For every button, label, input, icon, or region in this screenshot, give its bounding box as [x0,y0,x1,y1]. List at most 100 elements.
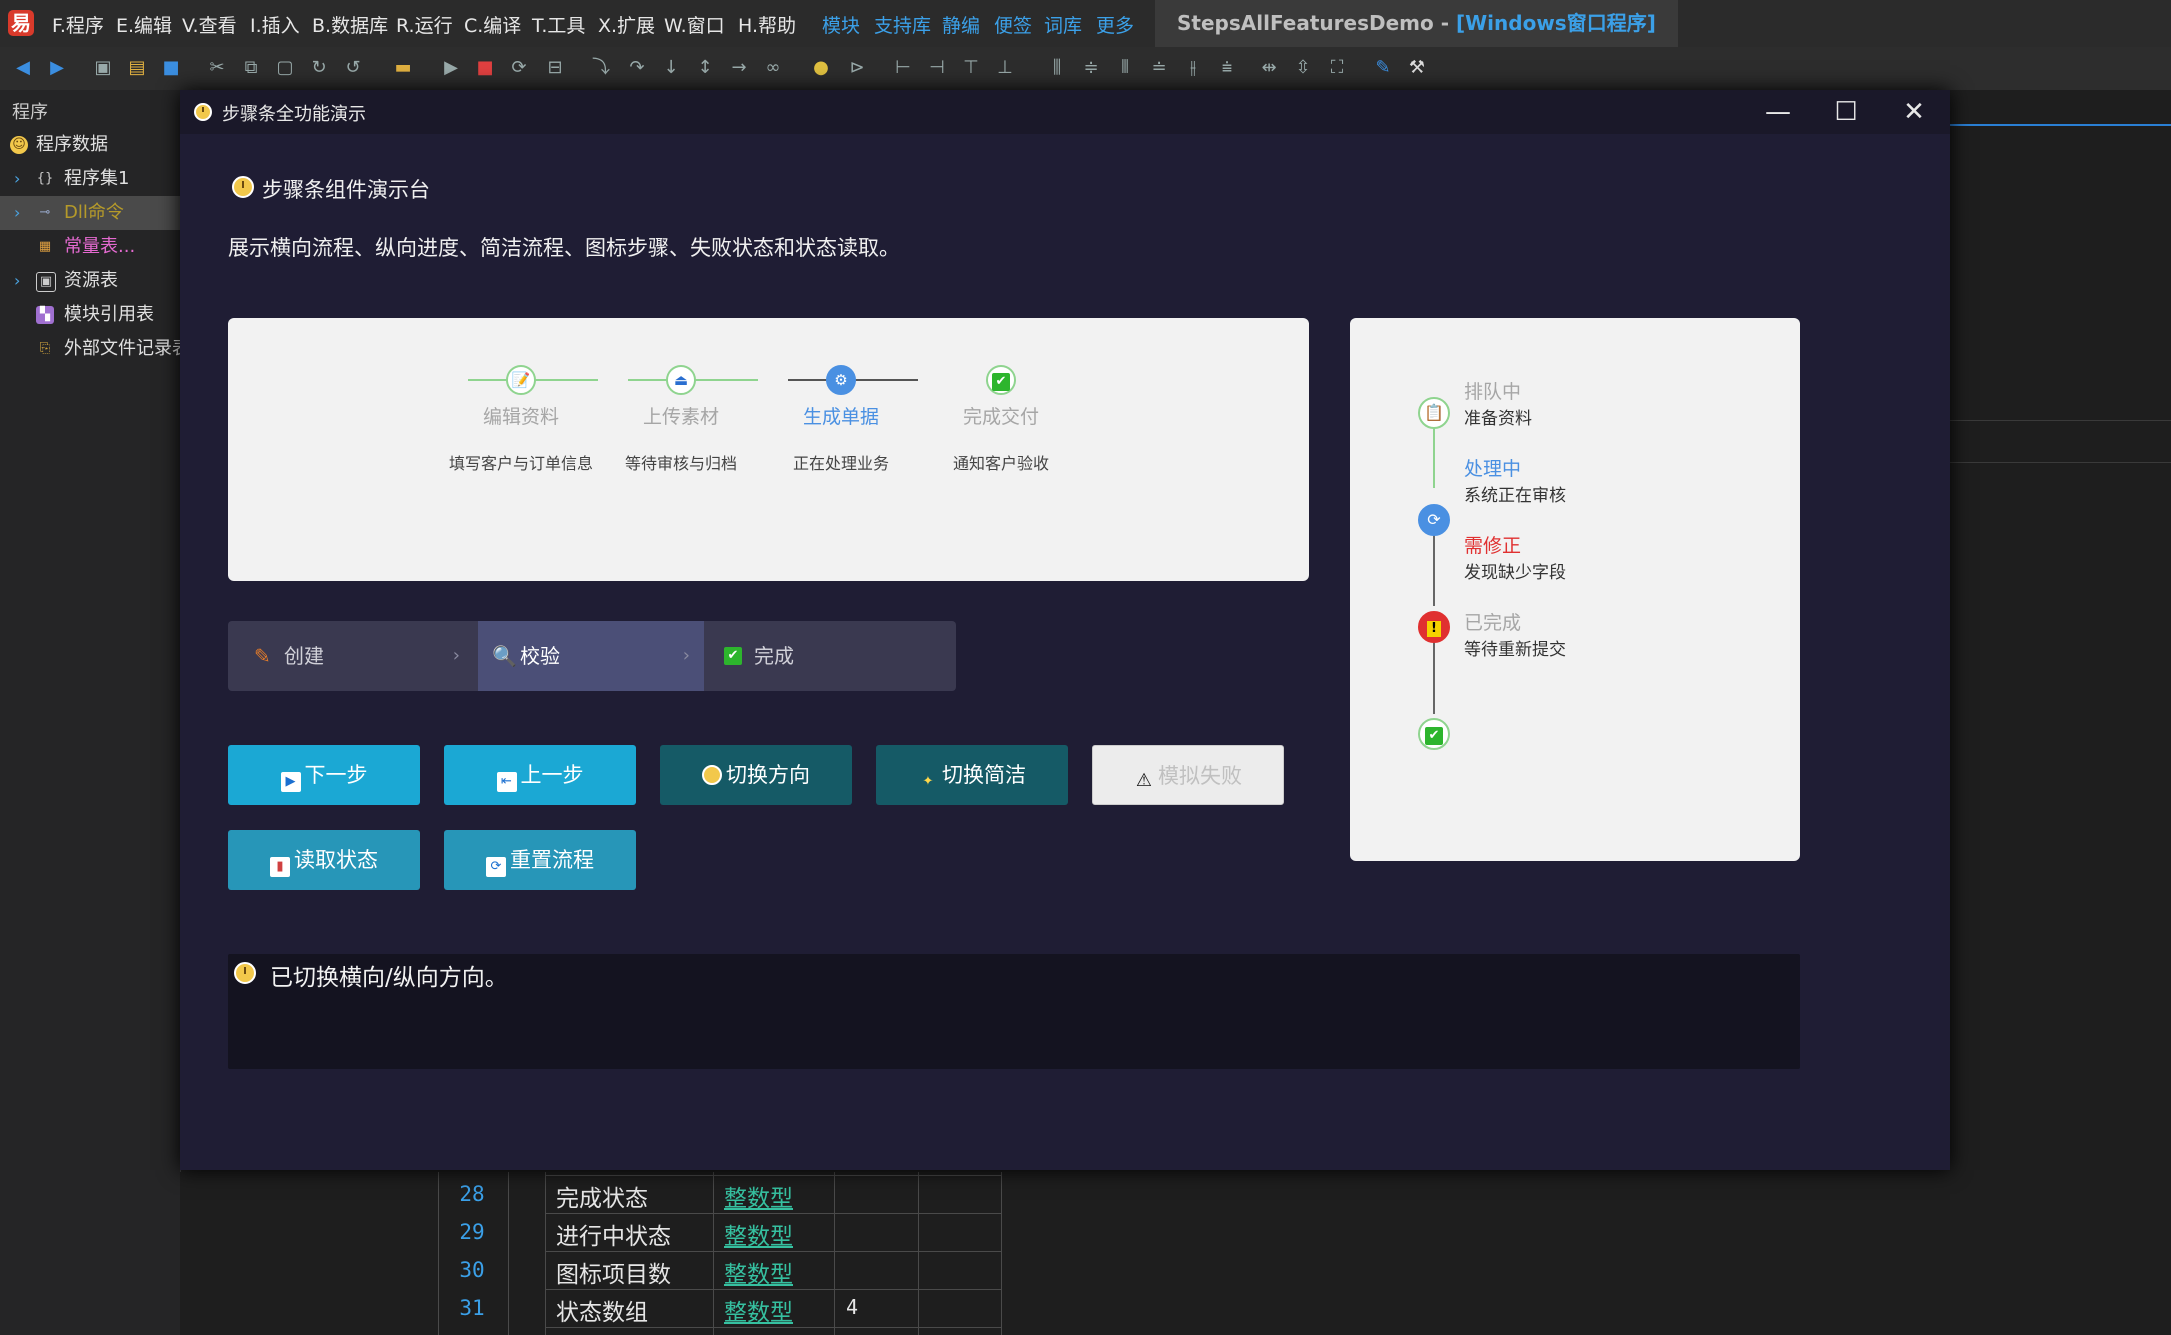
refresh-icon[interactable]: ⟳ [1418,504,1450,536]
stop-icon[interactable]: ■ [474,57,496,79]
align-top-icon[interactable]: ⊤ [960,57,982,79]
dialog-titlebar[interactable]: 步骤条全功能演示 — ☐ ✕ [180,90,1950,134]
link-more[interactable]: 更多 [1096,11,1134,38]
undo-icon[interactable]: ↺ [342,57,364,79]
maximize-button[interactable]: ☐ [1812,90,1880,134]
var-name[interactable]: 状态数组 [556,1293,648,1327]
tree-item-label: 资源表 [64,270,118,291]
tree-item-module-refs[interactable]: ▚ 模块引用表 [0,298,180,332]
step-updown-icon[interactable]: ↕ [694,57,716,79]
step-out-icon[interactable]: → [728,57,750,79]
var-type[interactable]: 整数型 [724,1293,793,1327]
pen-icon[interactable]: ✎ [1372,57,1394,79]
var-name[interactable]: 完成状态 [556,1179,648,1213]
paste-icon[interactable]: ▢ [274,57,296,79]
compact-step-validate[interactable]: 🔍 校验 › [478,621,704,691]
menu-help[interactable]: H.帮助 [738,11,796,38]
warning-icon[interactable]: ! [1418,611,1450,643]
prev-step-button[interactable]: ⇤ 上一步 [444,745,636,805]
link-notes[interactable]: 便签 [994,11,1032,38]
distribute-v-icon[interactable]: ⫴ [1114,57,1136,79]
fit-icon[interactable]: ⛶ [1326,57,1348,79]
center-v-icon[interactable]: ≐ [1148,57,1170,79]
distribute-h-icon[interactable]: ⫼ [1046,57,1068,79]
menu-view[interactable]: V.查看 [182,11,237,38]
menu-run[interactable]: R.运行 [396,11,453,38]
step-down-icon[interactable]: ↓ [660,57,682,79]
bookmark-icon[interactable]: ⊳ [846,57,868,79]
back-icon[interactable]: ◀ [12,57,34,79]
find-icon[interactable]: ▬ [392,57,414,79]
copy-icon[interactable]: ⧉ [240,57,262,79]
step-edit-icon[interactable]: 📝 [506,365,536,395]
toggle-simple-button[interactable]: ✦ 切换简洁 [876,745,1068,805]
open-folder-icon[interactable]: ▤ [126,57,148,79]
same-width-icon[interactable]: ⫲ [1182,57,1204,79]
link-dictionary[interactable]: 词库 [1044,11,1082,38]
tree-item-external-files[interactable]: ⎘ 外部文件记录表 [0,332,180,366]
cut-icon[interactable]: ✂ [206,57,228,79]
forward-icon[interactable]: ▶ [46,57,68,79]
reset-flow-button[interactable]: ⟳ 重置流程 [444,830,636,890]
run-icon[interactable]: ▶ [440,57,462,79]
save-icon[interactable]: ■ [160,57,182,79]
var-name[interactable]: 图标项目数 [556,1255,671,1289]
step-into-icon[interactable]: ⤵ [590,57,612,79]
read-state-button[interactable]: ▮ 读取状态 [228,830,420,890]
compact-step-done[interactable]: ✔ 完成 [708,621,956,691]
var-type[interactable]: 整数型 [724,1255,793,1289]
toggle-direction-button[interactable]: 切换方向 [660,745,852,805]
link-support-lib[interactable]: 支持库 [874,11,931,38]
menu-extend[interactable]: X.扩展 [598,11,655,38]
var-type[interactable]: 整数型 [724,1179,793,1213]
check-icon[interactable]: ✔ [1418,718,1450,750]
align-right-icon[interactable]: ⊣ [926,57,948,79]
menu-compile[interactable]: C.编译 [464,11,521,38]
menu-edit[interactable]: E.编辑 [116,11,172,38]
tree-item-dll[interactable]: › ⊸ Dll命令 [0,196,180,230]
chevron-right-icon[interactable]: › [14,162,20,196]
menu-window[interactable]: W.窗口 [664,11,725,38]
link-icon[interactable]: ∞ [762,57,784,79]
clipboard-icon[interactable]: 📋 [1418,397,1450,429]
center-h-icon[interactable]: ≑ [1080,57,1102,79]
menu-insert[interactable]: I.插入 [250,11,300,38]
space-h-icon[interactable]: ⇹ [1258,57,1280,79]
chevron-right-icon[interactable]: › [14,196,20,230]
close-button[interactable]: ✕ [1880,90,1948,134]
restart-icon[interactable]: ⟳ [508,57,530,79]
tree-item-constants[interactable]: ▦ 常量表... [0,230,180,264]
bulb-icon[interactable]: ● [810,57,832,79]
menu-database[interactable]: B.数据库 [312,11,388,38]
next-step-button[interactable]: ▶ 下一步 [228,745,420,805]
tree-item-resources[interactable]: › ▣ 资源表 [0,264,180,298]
step-gear-icon[interactable]: ⚙ [826,365,856,395]
compact-step-create[interactable]: ✎ 创建 › [228,621,474,691]
build-icon[interactable]: ⊟ [544,57,566,79]
minimize-button[interactable]: — [1744,90,1812,134]
var-array-size[interactable]: 4 [846,1295,858,1319]
step-title: 编辑资料 [482,406,559,428]
space-v-icon[interactable]: ⇳ [1292,57,1314,79]
var-name[interactable]: 进行中状态 [556,1217,671,1251]
tree-item-program-data[interactable]: ☺ 程序数据 [0,128,180,162]
same-height-icon[interactable]: ⩧ [1216,57,1238,79]
step-over-icon[interactable]: ↷ [626,57,648,79]
grid-line [918,1172,919,1335]
link-static-compile[interactable]: 静编 [942,11,980,38]
step-check-icon[interactable]: ✔ [986,365,1016,395]
wrench-icon[interactable]: ⚒ [1406,57,1428,79]
step-icon-glyph: ⟳ [1427,510,1441,529]
align-bottom-icon[interactable]: ⊥ [994,57,1016,79]
menu-tools[interactable]: T.工具 [532,11,585,38]
align-left-icon[interactable]: ⊢ [892,57,914,79]
tree-item-assembly[interactable]: › {} 程序集1 [0,162,180,196]
simulate-fail-button[interactable]: ⚠ 模拟失败 [1092,745,1284,805]
redo-icon[interactable]: ↻ [308,57,330,79]
link-module[interactable]: 模块 [822,11,860,38]
new-file-icon[interactable]: ▣ [92,57,114,79]
menu-program[interactable]: F.程序 [52,11,104,38]
step-upload-icon[interactable]: ⏏ [666,365,696,395]
var-type[interactable]: 整数型 [724,1217,793,1251]
chevron-right-icon[interactable]: › [14,264,20,298]
